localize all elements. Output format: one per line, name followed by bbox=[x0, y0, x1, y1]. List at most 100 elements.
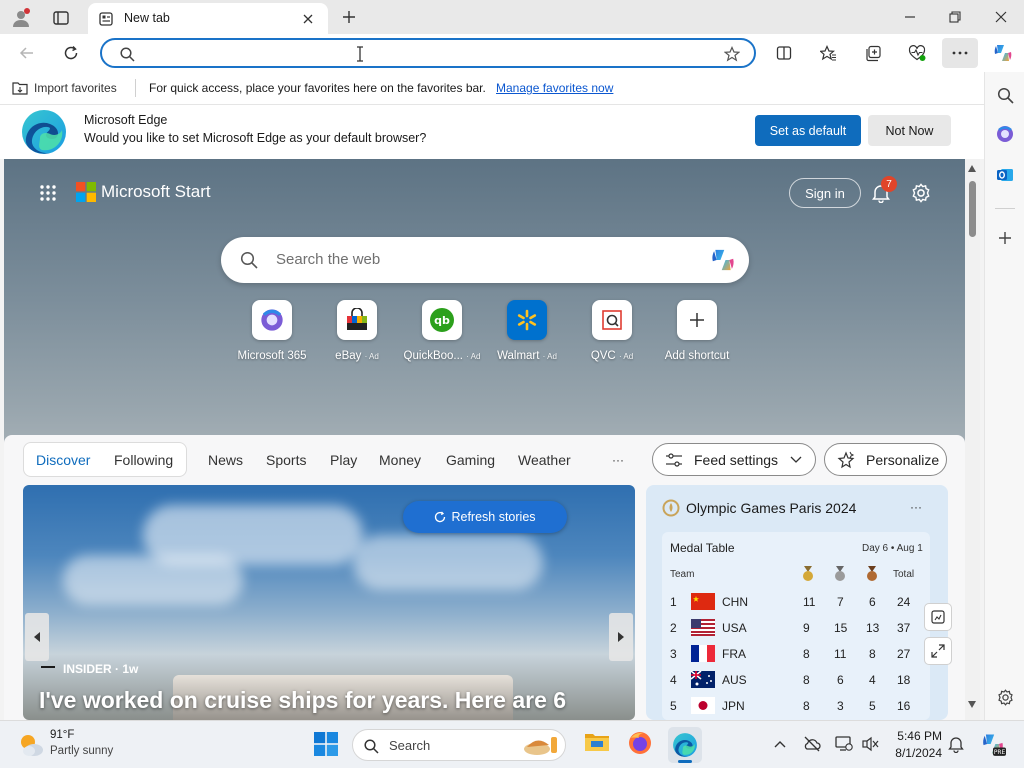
tab-new-tab[interactable]: New tab bbox=[88, 3, 328, 34]
copilot-preview-icon[interactable]: PRE bbox=[980, 731, 1008, 759]
tab-actions-icon[interactable] bbox=[50, 7, 72, 29]
feedback-button[interactable] bbox=[924, 603, 952, 631]
shortcut-walmart[interactable]: Walmart · Ad bbox=[487, 300, 567, 362]
shortcut-quickbooks[interactable]: qb QuickBoo... · Ad bbox=[402, 300, 482, 362]
shortcut-microsoft-365[interactable]: Microsoft 365 bbox=[232, 300, 312, 362]
browser-essentials-icon[interactable] bbox=[906, 42, 928, 64]
carousel-prev-button[interactable] bbox=[25, 613, 49, 661]
import-folder-icon bbox=[11, 80, 29, 96]
file-explorer-icon[interactable] bbox=[584, 731, 612, 757]
minimize-button[interactable] bbox=[898, 6, 922, 28]
copilot-icon[interactable] bbox=[990, 40, 1016, 66]
ad-label: · Ad bbox=[618, 352, 634, 361]
clock-date[interactable]: 8/1/2024 bbox=[887, 746, 942, 760]
carousel-next-button[interactable] bbox=[609, 613, 633, 661]
expand-button[interactable] bbox=[924, 637, 952, 665]
tab-following[interactable]: Following bbox=[114, 452, 173, 468]
copilot-search-icon[interactable] bbox=[707, 245, 739, 275]
medal-row[interactable]: 5 JPN 8 3 5 16 bbox=[662, 697, 932, 720]
taskbar-search-icon bbox=[363, 738, 379, 754]
feed-settings-button[interactable]: Feed settings bbox=[652, 443, 816, 476]
olympics-more-button[interactable]: ··· bbox=[910, 500, 922, 514]
sidebar-search-icon[interactable] bbox=[994, 84, 1016, 106]
import-favorites-link[interactable]: Import favorites bbox=[34, 81, 117, 95]
profile-icon[interactable] bbox=[10, 7, 32, 29]
team-code: JPN bbox=[722, 699, 745, 713]
app-launcher-icon[interactable] bbox=[37, 182, 59, 204]
silver-count: 11 bbox=[834, 647, 847, 661]
toolbar bbox=[0, 34, 1024, 72]
start-button-icon[interactable] bbox=[314, 732, 340, 758]
network-volume-icon[interactable] bbox=[860, 734, 880, 754]
not-now-button[interactable]: Not Now bbox=[868, 115, 951, 146]
web-search-box[interactable]: Search the web bbox=[221, 237, 749, 283]
scroll-up-arrow-icon[interactable] bbox=[968, 165, 976, 172]
split-screen-icon[interactable] bbox=[773, 42, 795, 64]
manage-favorites-link[interactable]: Manage favorites now bbox=[496, 81, 613, 95]
nav-play[interactable]: Play bbox=[330, 452, 357, 468]
rank: 1 bbox=[670, 595, 677, 609]
personalize-button[interactable]: Personalize bbox=[824, 443, 947, 476]
page-settings-icon[interactable] bbox=[909, 181, 933, 205]
add-shortcut-button[interactable]: Add shortcut bbox=[657, 300, 737, 362]
address-bar[interactable] bbox=[100, 38, 756, 68]
tab-discover[interactable]: Discover bbox=[36, 452, 90, 468]
nav-sports[interactable]: Sports bbox=[266, 452, 306, 468]
outlook-icon[interactable] bbox=[994, 164, 1016, 186]
favorites-icon[interactable] bbox=[817, 42, 839, 64]
back-button[interactable] bbox=[16, 42, 38, 64]
clock-time[interactable]: 5:46 PM bbox=[894, 729, 942, 743]
taskbar-search-box[interactable]: Search bbox=[352, 729, 566, 761]
medal-row[interactable]: 2 USA 9 15 13 37 bbox=[662, 619, 932, 647]
nav-weather[interactable]: Weather bbox=[518, 452, 571, 468]
medal-row[interactable]: 1 CHN 11 7 6 24 bbox=[662, 593, 932, 621]
shortcut-label: QVC bbox=[590, 350, 616, 362]
nav-money[interactable]: Money bbox=[379, 452, 421, 468]
refresh-stories-button[interactable]: Refresh stories bbox=[403, 501, 567, 533]
shortcut-ebay[interactable]: eBay · Ad bbox=[317, 300, 397, 362]
close-tab-icon[interactable] bbox=[300, 11, 316, 27]
notification-center-bell-icon[interactable] bbox=[946, 734, 966, 754]
shortcut-qvc[interactable]: QVC · Ad bbox=[572, 300, 652, 362]
favorite-star-icon[interactable] bbox=[722, 44, 742, 64]
nav-gaming[interactable]: Gaming bbox=[446, 452, 495, 468]
favorites-bar: Import favorites For quick access, place… bbox=[0, 72, 984, 105]
story-headline[interactable]: I've worked on cruise ships for years. H… bbox=[39, 687, 566, 714]
close-window-button[interactable] bbox=[989, 6, 1013, 28]
weather-temp[interactable]: 91°F bbox=[50, 729, 74, 741]
flag-usa-icon bbox=[691, 619, 715, 636]
set-as-default-button[interactable]: Set as default bbox=[755, 115, 861, 146]
weather-sun-icon[interactable] bbox=[17, 731, 45, 759]
chevron-up-icon[interactable] bbox=[772, 736, 788, 752]
shortcut-label: Walmart bbox=[497, 350, 540, 362]
collections-icon[interactable] bbox=[862, 42, 884, 64]
microsoft365-icon[interactable] bbox=[994, 123, 1016, 145]
onedrive-offline-icon[interactable] bbox=[802, 734, 822, 754]
medal-table[interactable]: Medal Table Day 6 • Aug 1 Team Total 1 C… bbox=[662, 532, 930, 720]
settings-and-more-button[interactable] bbox=[942, 38, 978, 68]
scrollbar-thumb[interactable] bbox=[969, 181, 976, 237]
sign-in-button[interactable]: Sign in bbox=[789, 178, 861, 208]
new-tab-button[interactable] bbox=[338, 6, 360, 28]
scroll-down-arrow-icon[interactable] bbox=[968, 701, 976, 708]
restore-button[interactable] bbox=[943, 6, 967, 28]
qvc-icon bbox=[592, 300, 632, 340]
new-tab-page: Microsoft Start Sign in 7 Search the web… bbox=[4, 159, 965, 720]
ad-label: · Ad bbox=[466, 352, 481, 361]
edge-taskbar-button[interactable] bbox=[668, 727, 702, 763]
taskbar-search-label: Search bbox=[389, 738, 431, 753]
refresh-button[interactable] bbox=[60, 42, 82, 64]
bronze-count: 8 bbox=[869, 647, 876, 661]
display-icon[interactable] bbox=[834, 734, 854, 754]
firefox-icon[interactable] bbox=[627, 730, 655, 758]
medal-row[interactable]: 3 FRA 8 11 8 27 bbox=[662, 645, 932, 673]
page-scrollbar[interactable] bbox=[965, 159, 980, 720]
add-sidebar-app-icon[interactable] bbox=[994, 227, 1016, 249]
sidebar-settings-icon[interactable] bbox=[994, 686, 1016, 708]
weather-condition[interactable]: Partly sunny bbox=[50, 745, 113, 757]
medal-row[interactable]: 4 AUS 8 6 4 18 bbox=[662, 671, 932, 699]
nav-more-button[interactable]: ··· bbox=[612, 453, 624, 467]
hero-story-card[interactable]: Refresh stories INSIDER · 1w I've worked… bbox=[23, 485, 635, 720]
nav-news[interactable]: News bbox=[208, 452, 243, 468]
rank: 2 bbox=[670, 621, 677, 635]
